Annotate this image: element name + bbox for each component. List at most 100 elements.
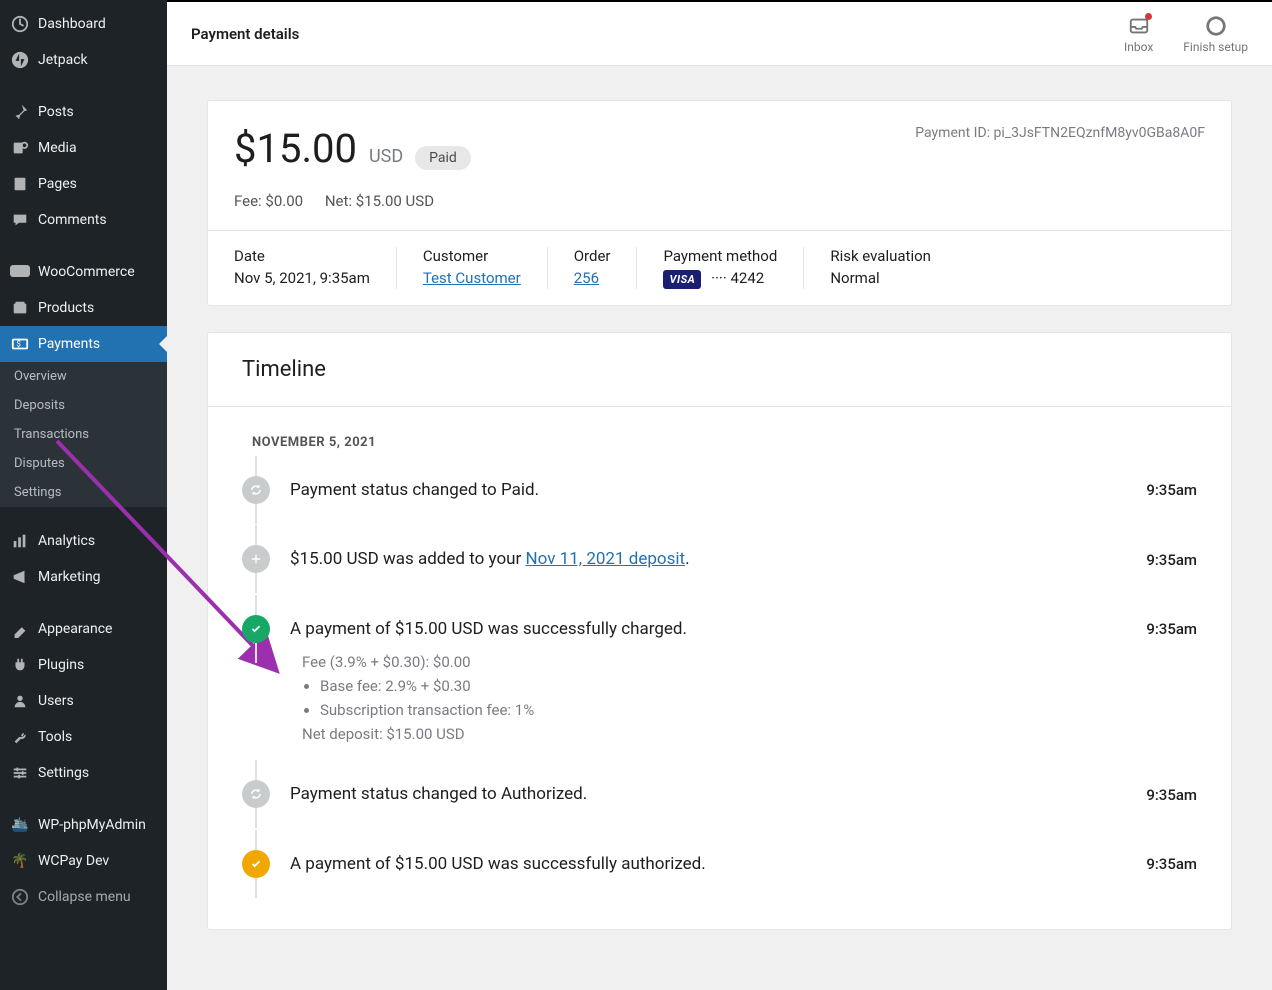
risk-value: Normal bbox=[830, 269, 931, 287]
sidebar-subitem-label: Transactions bbox=[14, 427, 89, 442]
timeline-heading: Timeline bbox=[208, 333, 1231, 407]
summary-col-order: Order 256 bbox=[574, 247, 638, 289]
timeline-text-prefix: $15.00 USD was added to your bbox=[290, 549, 526, 569]
main-area: Payment details Inbox Finish setup bbox=[167, 0, 1272, 990]
timeline-fee-details: Fee (3.9% + $0.30): $0.00 Base fee: 2.9%… bbox=[290, 650, 1197, 746]
sidebar-item-label: Analytics bbox=[38, 533, 95, 549]
summary-col-risk: Risk evaluation Normal bbox=[830, 247, 957, 289]
visa-badge: VISA bbox=[663, 270, 701, 289]
timeline-item: A payment of $15.00 USD was successfully… bbox=[242, 595, 1197, 761]
sidebar-item-jetpack[interactable]: Jetpack bbox=[0, 42, 167, 78]
timeline-time: 9:35am bbox=[1146, 551, 1197, 569]
customer-label: Customer bbox=[423, 247, 521, 265]
check-icon bbox=[242, 615, 270, 643]
timeline-card: Timeline NOVEMBER 5, 2021 Payment status… bbox=[207, 332, 1232, 931]
media-icon bbox=[10, 138, 30, 158]
summary-col-customer: Customer Test Customer bbox=[423, 247, 548, 289]
sidebar-item-pages[interactable]: Pages bbox=[0, 166, 167, 202]
timeline-text: Payment status changed to Authorized. bbox=[290, 782, 587, 808]
analytics-icon bbox=[10, 531, 30, 551]
sidebar-item-phpmyadmin[interactable]: 🛳️ WP-phpMyAdmin bbox=[0, 807, 167, 843]
finish-setup-button[interactable]: Finish setup bbox=[1183, 14, 1248, 54]
sidebar-subitem-deposits[interactable]: Deposits bbox=[0, 391, 167, 420]
sidebar-item-label: Jetpack bbox=[38, 52, 88, 68]
marketing-icon bbox=[10, 567, 30, 587]
risk-label: Risk evaluation bbox=[830, 247, 931, 265]
sidebar-item-users[interactable]: Users bbox=[0, 683, 167, 719]
sidebar-item-label: Appearance bbox=[38, 621, 112, 637]
sidebar-item-label: Pages bbox=[38, 176, 77, 192]
payment-id-value: pi_3JsFTN2EQznfM8yv0GBa8A0F bbox=[994, 125, 1205, 141]
timeline-text: $15.00 USD was added to your Nov 11, 202… bbox=[290, 547, 690, 573]
sidebar-item-label: Marketing bbox=[38, 569, 101, 585]
sidebar-item-woocommerce[interactable]: WooCommerce bbox=[0, 254, 167, 290]
sidebar-item-label: WP-phpMyAdmin bbox=[38, 817, 146, 833]
check-icon bbox=[242, 850, 270, 878]
sidebar-item-tools[interactable]: Tools bbox=[0, 719, 167, 755]
timeline-item: $15.00 USD was added to your Nov 11, 202… bbox=[242, 525, 1197, 595]
plugins-icon bbox=[10, 655, 30, 675]
svg-text:$: $ bbox=[16, 339, 21, 349]
sidebar-item-payments[interactable]: $ Payments bbox=[0, 326, 167, 362]
settings-icon bbox=[10, 763, 30, 783]
sidebar-item-analytics[interactable]: Analytics bbox=[0, 523, 167, 559]
timeline-time: 9:35am bbox=[1146, 786, 1197, 804]
payment-summary-card: $15.00 USD Paid Payment ID: pi_3JsFTN2EQ… bbox=[207, 100, 1232, 306]
timeline-text-suffix: . bbox=[685, 549, 689, 569]
sidebar-subitem-transactions[interactable]: Transactions bbox=[0, 420, 167, 449]
sidebar-item-collapse[interactable]: Collapse menu bbox=[0, 879, 167, 915]
pm-label: Payment method bbox=[663, 247, 777, 265]
timeline-item: A payment of $15.00 USD was successfully… bbox=[242, 830, 1197, 900]
jetpack-icon bbox=[10, 50, 30, 70]
timeline-time: 9:35am bbox=[1146, 855, 1197, 873]
sidebar-item-label: Plugins bbox=[38, 657, 84, 673]
sidebar-item-comments[interactable]: Comments bbox=[0, 202, 167, 238]
pin-icon bbox=[10, 102, 30, 122]
fee-net-line: Fee: $0.00 Net: $15.00 USD bbox=[208, 192, 1231, 230]
collapse-icon bbox=[10, 887, 30, 907]
sidebar-item-appearance[interactable]: Appearance bbox=[0, 611, 167, 647]
payments-icon: $ bbox=[10, 334, 30, 354]
sidebar-item-wcpaydev[interactable]: 🌴 WCPay Dev bbox=[0, 843, 167, 879]
net-deposit-detail: Net deposit: $15.00 USD bbox=[302, 722, 1197, 746]
fee-detail-base: Base fee: 2.9% + $0.30 bbox=[320, 674, 1197, 698]
dev-icon: 🌴 bbox=[10, 851, 30, 871]
sidebar-item-label: WooCommerce bbox=[38, 264, 135, 280]
plus-icon bbox=[242, 545, 270, 573]
sidebar-item-settings[interactable]: Settings bbox=[0, 755, 167, 791]
sidebar-subitem-settings[interactable]: Settings bbox=[0, 478, 167, 507]
sidebar-item-media[interactable]: Media bbox=[0, 130, 167, 166]
timeline-text: A payment of $15.00 USD was successfully… bbox=[290, 617, 687, 643]
timeline-text: A payment of $15.00 USD was successfully… bbox=[290, 852, 706, 878]
sidebar-item-label: Users bbox=[38, 693, 74, 709]
deposit-link[interactable]: Nov 11, 2021 deposit bbox=[526, 549, 686, 569]
sidebar-item-posts[interactable]: Posts bbox=[0, 94, 167, 130]
sidebar-item-products[interactable]: Products bbox=[0, 290, 167, 326]
sidebar-item-label: Media bbox=[38, 140, 77, 156]
summary-col-payment-method: Payment method VISA ···· 4242 bbox=[663, 247, 804, 289]
payment-amount: $15.00 bbox=[234, 125, 357, 172]
timeline-date-group: NOVEMBER 5, 2021 bbox=[252, 435, 1197, 450]
order-label: Order bbox=[574, 247, 611, 265]
customer-link[interactable]: Test Customer bbox=[423, 269, 521, 287]
payment-id-label: Payment ID: bbox=[915, 125, 990, 141]
summary-grid: Date Nov 5, 2021, 9:35am Customer Test C… bbox=[208, 230, 1231, 305]
sidebar-subitem-overview[interactable]: Overview bbox=[0, 362, 167, 391]
date-value: Nov 5, 2021, 9:35am bbox=[234, 269, 370, 287]
sidebar-item-plugins[interactable]: Plugins bbox=[0, 647, 167, 683]
net-label: Net: $15.00 USD bbox=[325, 192, 434, 210]
db-icon: 🛳️ bbox=[10, 815, 30, 835]
order-link[interactable]: 256 bbox=[574, 269, 599, 287]
sidebar-subitem-label: Deposits bbox=[14, 398, 65, 413]
page-title: Payment details bbox=[191, 25, 299, 43]
inbox-button[interactable]: Inbox bbox=[1124, 14, 1153, 54]
timeline-time: 9:35am bbox=[1146, 481, 1197, 499]
page-icon bbox=[10, 174, 30, 194]
sidebar-subitem-disputes[interactable]: Disputes bbox=[0, 449, 167, 478]
sidebar-item-dashboard[interactable]: Dashboard bbox=[0, 6, 167, 42]
admin-sidebar: Dashboard Jetpack Posts Media Pages Comm… bbox=[0, 0, 167, 990]
comment-icon bbox=[10, 210, 30, 230]
sidebar-item-label: Collapse menu bbox=[38, 889, 131, 905]
sidebar-item-label: Dashboard bbox=[38, 16, 106, 32]
sidebar-item-marketing[interactable]: Marketing bbox=[0, 559, 167, 595]
